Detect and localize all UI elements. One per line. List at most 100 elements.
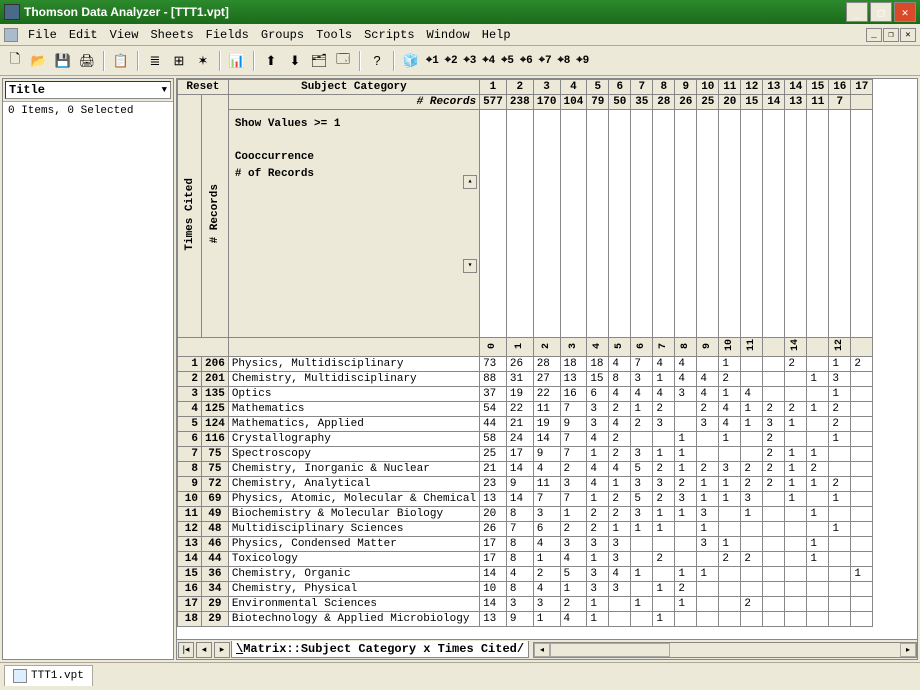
- data-cell[interactable]: [719, 567, 741, 582]
- col-header[interactable]: 17: [851, 80, 873, 95]
- data-cell[interactable]: [851, 612, 873, 627]
- data-cell[interactable]: 2: [653, 492, 675, 507]
- control-menu-icon[interactable]: [4, 28, 18, 42]
- data-cell[interactable]: 1: [675, 567, 697, 582]
- table-row[interactable]: 4125Mathematics542211732122412212: [178, 402, 873, 417]
- clusters-button[interactable]: ✶: [192, 50, 214, 72]
- data-cell[interactable]: 1: [829, 387, 851, 402]
- data-cell[interactable]: 3: [560, 537, 587, 552]
- col-header[interactable]: 8: [653, 80, 675, 95]
- data-cell[interactable]: 17: [480, 537, 507, 552]
- data-cell[interactable]: [829, 507, 851, 522]
- data-cell[interactable]: 7: [560, 432, 587, 447]
- data-cell[interactable]: 5: [631, 462, 653, 477]
- mdi-restore-button[interactable]: ❐: [883, 28, 899, 42]
- data-cell[interactable]: [807, 522, 829, 537]
- data-cell[interactable]: [763, 552, 785, 567]
- data-cell[interactable]: [851, 387, 873, 402]
- data-cell[interactable]: [675, 552, 697, 567]
- data-cell[interactable]: 8: [609, 372, 631, 387]
- open-button[interactable]: 📂: [28, 50, 50, 72]
- data-cell[interactable]: 2: [560, 522, 587, 537]
- col-header[interactable]: 5: [587, 80, 609, 95]
- data-cell[interactable]: [763, 612, 785, 627]
- data-cell[interactable]: 1: [653, 447, 675, 462]
- data-cell[interactable]: 26: [480, 522, 507, 537]
- data-cell[interactable]: 13: [480, 612, 507, 627]
- data-cell[interactable]: [829, 597, 851, 612]
- data-cell[interactable]: 19: [533, 417, 560, 432]
- data-cell[interactable]: 2: [785, 357, 807, 372]
- data-cell[interactable]: [741, 447, 763, 462]
- data-cell[interactable]: 2: [697, 462, 719, 477]
- data-cell[interactable]: 1: [807, 447, 829, 462]
- q1-button[interactable]: ⌖1: [424, 53, 441, 69]
- data-cell[interactable]: [807, 567, 829, 582]
- down-button[interactable]: ⬇: [284, 50, 306, 72]
- table-row[interactable]: 875Chemistry, Inorganic & Nuclear2114424…: [178, 462, 873, 477]
- menu-help[interactable]: Help: [476, 26, 517, 44]
- data-cell[interactable]: 1: [653, 522, 675, 537]
- data-cell[interactable]: [763, 567, 785, 582]
- data-cell[interactable]: 3: [587, 537, 609, 552]
- data-cell[interactable]: 1: [653, 507, 675, 522]
- print-button[interactable]: 🖨: [76, 50, 98, 72]
- data-cell[interactable]: [851, 597, 873, 612]
- data-cell[interactable]: [851, 582, 873, 597]
- data-cell[interactable]: 7: [560, 447, 587, 462]
- sheet-nav-prev[interactable]: ◂: [196, 642, 212, 658]
- data-cell[interactable]: 1: [829, 357, 851, 372]
- table-row[interactable]: 1536Chemistry, Organic14425341111: [178, 567, 873, 582]
- table-row[interactable]: 3135Optics37192216644434141: [178, 387, 873, 402]
- data-cell[interactable]: 7: [560, 492, 587, 507]
- data-cell[interactable]: [785, 597, 807, 612]
- data-cell[interactable]: 44: [480, 417, 507, 432]
- table-row[interactable]: 1069Physics, Atomic, Molecular & Chemica…: [178, 492, 873, 507]
- data-cell[interactable]: 2: [609, 507, 631, 522]
- data-cell[interactable]: 4: [533, 462, 560, 477]
- data-cell[interactable]: 4: [609, 357, 631, 372]
- data-cell[interactable]: 22: [533, 387, 560, 402]
- col-header[interactable]: 7: [631, 80, 653, 95]
- close-button[interactable]: ✕: [894, 2, 916, 22]
- data-cell[interactable]: 22: [506, 402, 533, 417]
- data-cell[interactable]: 13: [480, 492, 507, 507]
- data-cell[interactable]: 1: [587, 447, 609, 462]
- data-cell[interactable]: 17: [480, 552, 507, 567]
- data-cell[interactable]: 1: [719, 492, 741, 507]
- data-cell[interactable]: [829, 582, 851, 597]
- data-cell[interactable]: 2: [653, 402, 675, 417]
- data-cell[interactable]: 3: [631, 477, 653, 492]
- data-cell[interactable]: 5: [631, 492, 653, 507]
- data-cell[interactable]: [785, 537, 807, 552]
- data-cell[interactable]: 1: [785, 417, 807, 432]
- table-row[interactable]: 1634Chemistry, Physical108413312: [178, 582, 873, 597]
- table-row[interactable]: 6116Crystallography5824147421121: [178, 432, 873, 447]
- data-cell[interactable]: 2: [560, 462, 587, 477]
- q5-button[interactable]: ⌖5: [499, 53, 516, 69]
- data-cell[interactable]: 2: [741, 597, 763, 612]
- data-cell[interactable]: [631, 612, 653, 627]
- new-button[interactable]: 🗋: [4, 50, 26, 72]
- data-cell[interactable]: [741, 372, 763, 387]
- data-cell[interactable]: 11: [533, 402, 560, 417]
- copy-button[interactable]: 📋: [110, 50, 132, 72]
- data-cell[interactable]: 4: [506, 567, 533, 582]
- q3-button[interactable]: ⌖3: [462, 53, 479, 69]
- data-cell[interactable]: 1: [653, 582, 675, 597]
- data-cell[interactable]: 1: [533, 552, 560, 567]
- data-cell[interactable]: 1: [697, 492, 719, 507]
- col-header[interactable]: 9: [675, 80, 697, 95]
- data-cell[interactable]: 21: [480, 462, 507, 477]
- q7-button[interactable]: ⌖7: [537, 53, 554, 69]
- data-cell[interactable]: 2: [560, 597, 587, 612]
- data-cell[interactable]: [653, 537, 675, 552]
- data-cell[interactable]: 26: [506, 357, 533, 372]
- q9-button[interactable]: ⌖9: [574, 53, 591, 69]
- data-cell[interactable]: 2: [807, 462, 829, 477]
- data-cell[interactable]: 18: [587, 357, 609, 372]
- data-cell[interactable]: 1: [631, 402, 653, 417]
- table-row[interactable]: 1729Environmental Sciences143321112: [178, 597, 873, 612]
- data-cell[interactable]: 19: [506, 387, 533, 402]
- spin-up-button[interactable]: ▴: [463, 175, 477, 189]
